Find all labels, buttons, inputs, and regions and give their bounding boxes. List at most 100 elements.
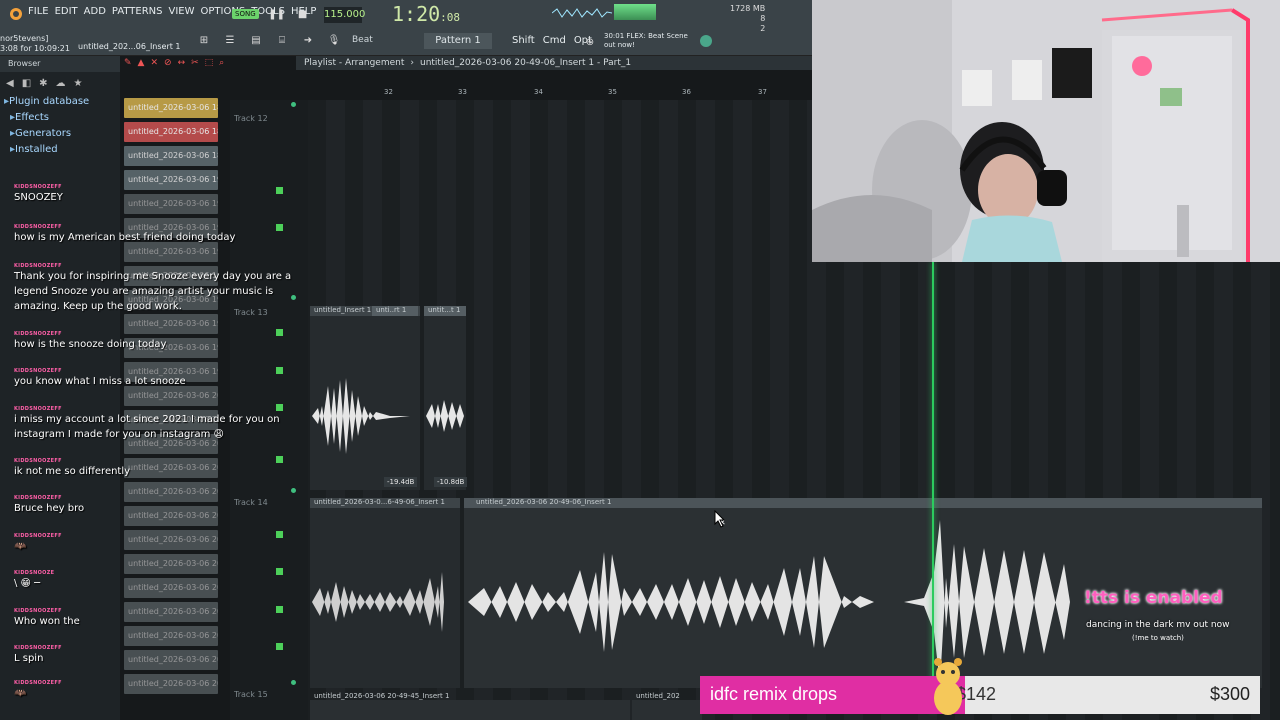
screen: FILE EDIT ADD PATTERNS VIEW OPTIONS TOOL…: [0, 0, 1280, 720]
waveform: [312, 572, 444, 632]
window-title: untitled_202...06_Insert 1: [78, 42, 181, 51]
clip-gain-label: -19.4dB: [384, 477, 418, 487]
audio-clip[interactable]: untitled_2026-03-0...6-49-06_Insert 1: [310, 498, 460, 688]
chat-message: KIDDSNOOZEFF SNOOZEY: [14, 184, 294, 205]
chat-message: KIDDSNOOZEFF Thank you for inspiring me …: [14, 263, 294, 314]
song-mode-toggle[interactable]: SONG: [232, 9, 259, 19]
playhead[interactable]: [932, 262, 934, 712]
browser-tree: Plugin database Effects Generators Insta…: [0, 94, 120, 158]
hint-bar: nor5tevens] 3:08 for 10:09:21: [0, 34, 70, 54]
stop-icon[interactable]: ■: [295, 6, 311, 22]
cpu-value-1: 8: [760, 14, 766, 23]
clip-item[interactable]: untitled_2026-03-06 18-: [124, 146, 218, 166]
track-label-12[interactable]: Track 12: [234, 114, 268, 123]
clock-main: 1:20: [392, 2, 441, 26]
ruler-tick: 34: [534, 88, 543, 96]
tempo-display[interactable]: 115.000: [324, 7, 365, 23]
menu-add[interactable]: ADD: [84, 6, 106, 17]
hint-line-2: 3:08 for 10:09:21: [0, 44, 70, 53]
fl-logo-icon[interactable]: [8, 6, 24, 22]
webcam-feed: [812, 0, 1280, 262]
playlist-path: untitled_2026-03-06 20-49-06_Insert 1 - …: [419, 58, 632, 68]
cmd-key[interactable]: Cmd: [543, 35, 566, 46]
promo-subtext: (!me to watch): [1132, 634, 1184, 642]
track-select-dot[interactable]: [291, 102, 296, 107]
clip-item[interactable]: untitled_2026-03-06 18-: [124, 122, 218, 142]
ruler-tick: 36: [682, 88, 691, 96]
arrow-icon[interactable]: ➜: [300, 32, 316, 48]
star-icon[interactable]: ★: [74, 78, 83, 89]
clip-item[interactable]: untitled_2026-03-06 20-: [124, 626, 218, 646]
cloud-icon[interactable]: ☁: [56, 78, 66, 89]
tree-item-plugin-database[interactable]: Plugin database: [4, 94, 120, 110]
pattern-selector[interactable]: Pattern 1: [424, 33, 492, 49]
audio-clip[interactable]: unti..rt 1: [372, 306, 418, 490]
audio-clip[interactable]: untitled_2026-03-06 20-49-45_Insert 1: [310, 692, 630, 720]
news-line-1: 30:01 FLEX: Beat Scene: [604, 32, 688, 40]
goal-title: idfc remix drops: [710, 684, 838, 704]
oscilloscope-icon: [552, 8, 612, 18]
chat-text: 🦇: [14, 688, 27, 699]
tree-item-installed[interactable]: Installed: [4, 142, 120, 158]
piano-roll-icon[interactable]: ⌸: [274, 32, 290, 48]
audio-clip[interactable]: untitled_202: [632, 692, 702, 720]
mic-icon[interactable]: 🎙: [326, 32, 342, 48]
chat-text: how is the snooze doing today: [14, 339, 167, 350]
tree-item-effects[interactable]: Effects: [4, 110, 120, 126]
help-icon[interactable]: [700, 35, 712, 47]
shift-key[interactable]: Shift: [512, 35, 535, 46]
gear-icon[interactable]: ✱: [39, 78, 47, 89]
draw-tool-icon[interactable]: ✎: [124, 58, 132, 70]
back-icon[interactable]: ◀: [6, 78, 14, 89]
browser-title: Browser: [0, 56, 120, 72]
play-pause-icon[interactable]: ❚❚: [268, 6, 285, 22]
globe-icon[interactable]: ⊕: [582, 34, 598, 50]
paint-tool-icon[interactable]: ▲: [138, 58, 145, 70]
chat-message: KIDDSNOOZEFF Bruce hey bro: [14, 495, 294, 516]
ruler-tick: 32: [384, 88, 393, 96]
song-position-clock[interactable]: 1:20:08: [392, 2, 460, 26]
clip-item[interactable]: untitled_2026-03-06 19-: [124, 242, 218, 262]
view-icon[interactable]: ◧: [22, 78, 31, 89]
mixer-icon[interactable]: ☰: [222, 32, 238, 48]
chevron-right-icon: ›: [410, 58, 414, 68]
chat-message: KIDDSNOOZEFF L spin: [14, 645, 294, 666]
delete-tool-icon[interactable]: ✕: [150, 58, 158, 70]
timeline-ruler[interactable]: 32 33 34 35 36 37: [308, 86, 812, 100]
zoom-tool-icon[interactable]: ⌕: [219, 58, 224, 70]
chat-message: KIDDSNOOZEFF you know what I miss a lot …: [14, 368, 294, 389]
channel-rack-icon[interactable]: ▤: [248, 32, 264, 48]
chat-message: KIDDSNOOZEFF how is the snooze doing tod…: [14, 331, 294, 352]
cpu-monitor: 1728 MB 8 2: [730, 4, 765, 34]
news-ticker[interactable]: 30:01 FLEX: Beat Scene out now!: [604, 32, 688, 50]
clip-item[interactable]: untitled_2026-03-06 20-: [124, 386, 218, 406]
modifier-keys: Shift Cmd Opt: [512, 35, 592, 46]
menu-edit[interactable]: EDIT: [55, 6, 78, 17]
chat-text: Thank you for inspiring me Snooze every …: [14, 271, 292, 312]
clock-sub: :08: [440, 11, 461, 24]
menu-file[interactable]: FILE: [28, 6, 49, 17]
ruler-tick: 37: [758, 88, 767, 96]
top-toolbar: FILE EDIT ADD PATTERNS VIEW OPTIONS TOOL…: [0, 0, 812, 56]
menu-view[interactable]: VIEW: [169, 6, 195, 17]
snap-selector[interactable]: Beat: [352, 35, 373, 45]
chat-text: ik not me so differently: [14, 466, 131, 477]
clip-item[interactable]: untitled_2026-03-06 18-: [124, 98, 218, 118]
snap-icon[interactable]: ⊞: [196, 32, 212, 48]
slip-tool-icon[interactable]: ↔: [178, 58, 186, 70]
volume-meter: [614, 4, 656, 20]
tree-item-generators[interactable]: Generators: [4, 126, 120, 142]
slice-tool-icon[interactable]: ✂: [191, 58, 199, 70]
audio-clip-title: untitled_Insert 1: [314, 306, 372, 314]
track-select-dot[interactable]: [291, 488, 296, 493]
mute-tool-icon[interactable]: ⊘: [164, 58, 172, 70]
chat-message: KIDDSNOOZEFF i miss my account a lot sin…: [14, 406, 294, 442]
promo-text: dancing in the dark mv out now: [1086, 620, 1230, 630]
audio-clip[interactable]: untit...t 1: [424, 306, 466, 490]
select-tool-icon[interactable]: ⬚: [205, 58, 214, 70]
audio-clip-title: untitled_202: [636, 692, 680, 700]
playlist-title: Playlist - Arrangement: [304, 58, 405, 68]
donation-goal-bar: idfc remix drops $142 $300: [700, 676, 1260, 714]
menu-patterns[interactable]: PATTERNS: [112, 6, 163, 17]
chat-message: KIDDSNOOZE \ 😁 ─: [14, 570, 294, 591]
